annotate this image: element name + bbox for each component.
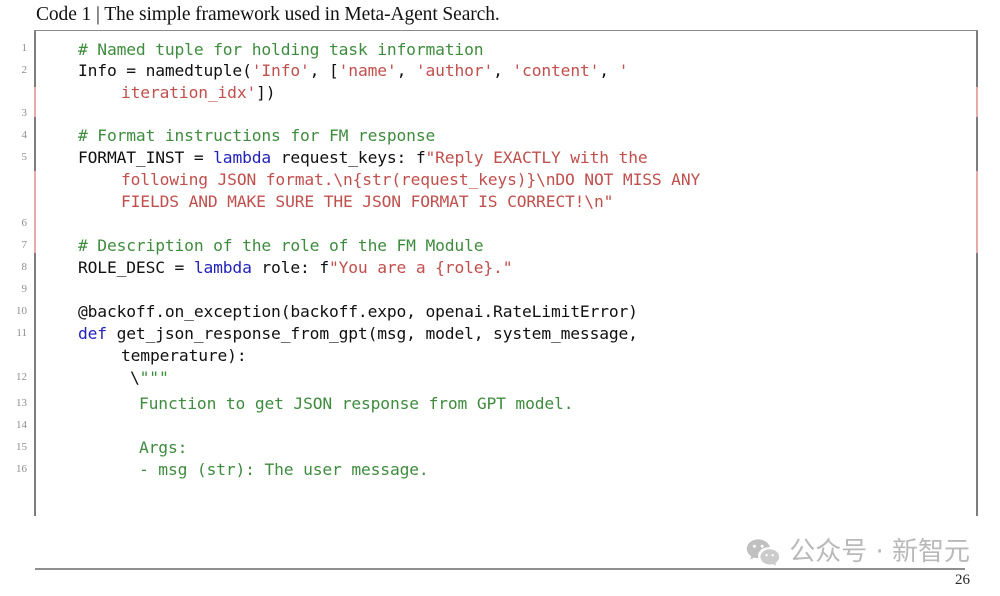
code-line: ROLE_DESC = lambda role: f"You are a {ro… <box>78 257 513 279</box>
code-token-kw: lambda <box>193 258 252 277</box>
figure-caption: Code 1 | The simple framework used in Me… <box>36 4 500 25</box>
code-line: Info = namedtuple('Info', ['name', 'auth… <box>78 60 628 82</box>
line-number: 4 <box>21 129 28 141</box>
code-line: temperature): <box>121 345 247 367</box>
code-token-cmt: # Format instructions for FM response <box>78 126 436 145</box>
code-line: # Description of the role of the FM Modu… <box>78 235 484 257</box>
code-token-str: ' <box>618 61 629 80</box>
line-number: 6 <box>21 217 28 229</box>
code-token-plain: role: f <box>251 258 329 277</box>
code-block: # Named tuple for holding task informati… <box>34 30 978 516</box>
code-line: FIELDS AND MAKE SURE THE JSON FORMAT IS … <box>121 191 613 213</box>
code-token-plain: Info = namedtuple( <box>78 61 252 80</box>
code-token-plain: \ <box>130 368 140 387</box>
line-number: 11 <box>16 327 27 339</box>
code-line: \""" <box>130 367 169 389</box>
code-token-plain: ]) <box>256 83 276 102</box>
code-line: @backoff.on_exception(backoff.expo, open… <box>78 301 638 323</box>
code-token-str: FIELDS AND MAKE SURE THE JSON FORMAT IS … <box>121 192 614 211</box>
code-line: following JSON format.\n{str(request_key… <box>121 169 700 191</box>
line-number: 13 <box>16 397 27 409</box>
wechat-icon <box>746 538 780 566</box>
code-token-plain: ROLE_DESC = <box>78 258 194 277</box>
line-number: 14 <box>16 419 27 431</box>
code-token-str: following JSON format.\n{str(request_key… <box>121 170 701 189</box>
code-line: - msg (str): The user message. <box>139 459 429 481</box>
code-token-plain: , <box>599 61 619 80</box>
line-number: 2 <box>21 64 28 76</box>
code-line: Args: <box>139 437 187 459</box>
code-left-rule <box>34 31 36 516</box>
code-line: # Named tuple for holding task informati… <box>78 39 484 61</box>
code-line: iteration_idx']) <box>121 82 276 104</box>
code-line: def get_json_response_from_gpt(msg, mode… <box>78 323 638 345</box>
code-token-str: 'author' <box>415 61 494 80</box>
code-token-cmt: # Description of the role of the FM Modu… <box>78 236 484 255</box>
code-token-cmt: """ <box>139 368 169 387</box>
line-number: 12 <box>16 371 27 383</box>
line-number: 8 <box>21 261 28 273</box>
code-token-kw: def <box>78 324 107 343</box>
line-number: 9 <box>21 283 28 295</box>
code-token-cmt: # Named tuple for holding task informati… <box>78 40 484 59</box>
code-token-str: iteration_idx' <box>121 83 257 102</box>
code-token-cmt: - msg (str): The user message. <box>139 460 429 479</box>
code-line: FORMAT_INST = lambda request_keys: f"Rep… <box>78 147 648 169</box>
line-number: 16 <box>16 463 27 475</box>
code-token-plain: , <box>396 61 416 80</box>
line-number: 10 <box>16 305 27 317</box>
code-line: # Format instructions for FM response <box>78 125 435 147</box>
footer-divider <box>35 568 965 570</box>
code-token-plain: @backoff.on_exception(backoff.expo, open… <box>78 302 638 321</box>
code-token-str: "Reply EXACTLY with the <box>425 148 648 167</box>
code-listing: 1 2 3 4 5 6 7 8 9 10 11 12 13 14 15 16 # Named tuple fo… <box>0 30 1000 516</box>
line-number: 3 <box>21 107 28 119</box>
code-token-plain: request_keys: f <box>271 148 426 167</box>
code-token-plain: , <box>493 61 513 80</box>
watermark-text: 公众号 · 新智元 <box>789 537 970 567</box>
code-token-plain: temperature): <box>121 346 247 365</box>
page-number: 26 <box>955 572 970 588</box>
code-line: Function to get JSON response from GPT m… <box>139 393 574 415</box>
code-token-str: 'Info' <box>251 61 310 80</box>
watermark: 公众号 · 新智元 <box>746 537 970 567</box>
code-token-str: 'content' <box>512 61 600 80</box>
code-token-cmt: Function to get JSON response from GPT m… <box>139 394 574 413</box>
code-token-str: "You are a {role}." <box>328 258 513 277</box>
code-token-kw: lambda <box>213 148 272 167</box>
code-token-cmt: Args: <box>139 438 188 457</box>
line-number-gutter: 1 2 3 4 5 6 7 8 9 10 11 12 13 14 15 16 <box>0 30 34 516</box>
code-token-plain: FORMAT_INST = <box>78 148 214 167</box>
line-number: 5 <box>21 151 28 163</box>
line-number: 15 <box>16 441 27 453</box>
line-number: 7 <box>21 239 28 251</box>
code-token-plain: , [ <box>309 61 339 80</box>
code-token-str: 'name' <box>338 61 397 80</box>
code-token-plain: get_json_response_from_gpt(msg, model, s… <box>106 324 638 343</box>
code-right-rule <box>976 31 978 516</box>
line-number: 1 <box>21 42 28 54</box>
